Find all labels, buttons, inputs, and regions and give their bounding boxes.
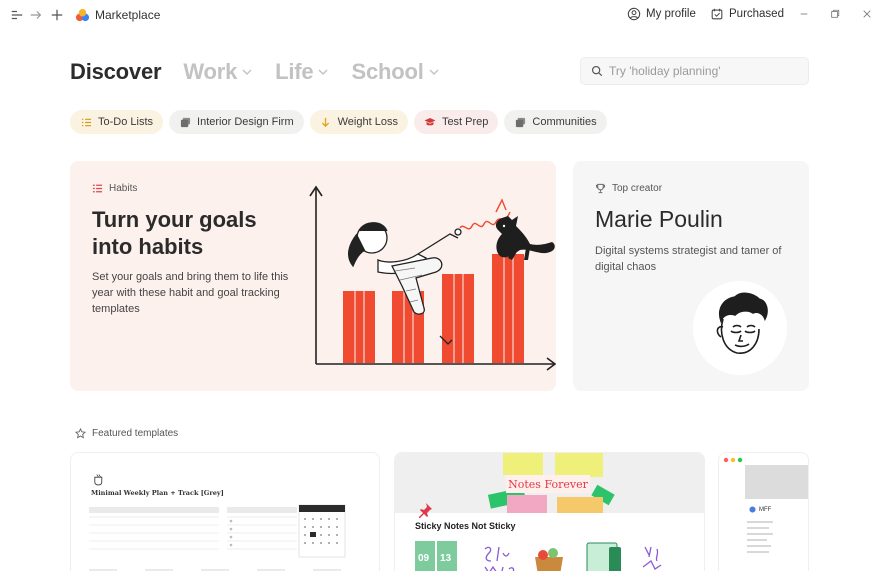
creator-category-label: Top creator — [612, 183, 663, 194]
template-cover-image — [745, 465, 808, 499]
stack-icon — [514, 116, 526, 128]
purchased-button[interactable]: Purchased — [710, 7, 784, 21]
habits-list-icon — [92, 184, 103, 193]
chip-label: Test Prep — [441, 116, 489, 128]
habits-hero-card[interactable]: Habits Turn your goals into habits Set y… — [70, 161, 556, 391]
restore-icon[interactable] — [828, 7, 842, 21]
chevron-down-icon — [429, 69, 439, 75]
template-card-title: Sticky Notes Not Sticky — [415, 521, 516, 531]
coffee-icon — [94, 474, 103, 486]
checklist-icon — [80, 116, 92, 128]
chevron-down-icon — [318, 69, 328, 75]
sticky-note-pink — [507, 495, 547, 513]
sticky-notes-banner-title: Notes Forever — [506, 475, 590, 493]
featured-label: Featured templates — [92, 428, 179, 439]
arrow-down-icon — [320, 116, 332, 128]
top-creator-card[interactable]: Top creator Marie Poulin Digital systems… — [573, 161, 809, 391]
template-card-weekly-plan[interactable]: Minimal Weekly Plan + Track [Grey] — [70, 452, 380, 571]
template-card-title-row: MFF — [749, 506, 771, 513]
sticky-note-yellow — [503, 453, 543, 475]
habits-illustration — [309, 185, 556, 371]
window-dots-icon — [723, 457, 743, 463]
chip-label: To-Do Lists — [98, 116, 154, 128]
star-icon — [75, 428, 86, 439]
user-circle-icon — [627, 7, 641, 21]
template-card-mff[interactable]: MFF — [718, 452, 809, 571]
tab-label: Work — [183, 59, 238, 84]
trophy-icon — [595, 183, 606, 194]
mff-badge-icon — [749, 506, 756, 513]
category-tabs: Discover Work Life School — [70, 59, 462, 85]
search-input[interactable] — [609, 64, 799, 78]
tab-label: School — [351, 59, 424, 84]
chip-test-prep[interactable]: Test Prep — [413, 110, 499, 134]
chevron-down-icon — [242, 69, 252, 75]
sticky-note-yellow — [555, 453, 603, 477]
avatar — [693, 281, 787, 375]
mff-preview — [747, 521, 773, 553]
minimize-icon[interactable] — [797, 7, 811, 21]
purchased-icon — [711, 8, 723, 20]
template-card-title: MFF — [759, 506, 772, 513]
tab-label: Discover — [70, 59, 162, 84]
title-bar: Marketplace My profile Purchased — [0, 0, 872, 30]
forward-arrow-icon[interactable] — [27, 6, 45, 24]
creator-description: Digital systems strategist and tamer of … — [595, 245, 782, 273]
chip-to-do-lists[interactable]: To-Do Lists — [70, 110, 164, 134]
sticky-note-orange — [557, 497, 603, 513]
template-card-title: Minimal Weekly Plan + Track [Grey] — [91, 489, 224, 497]
hero-description: Set your goals and bring them to life th… — [92, 271, 289, 315]
my-profile-button[interactable]: My profile — [627, 7, 696, 21]
close-icon[interactable] — [860, 7, 872, 21]
sidebar-toggle-icon[interactable] — [8, 6, 26, 24]
template-card-sticky-notes[interactable]: Notes Forever Sticky Notes Not Sticky 09… — [394, 452, 705, 571]
chip-communities[interactable]: Communities — [504, 110, 607, 134]
svg-text:13: 13 — [440, 553, 452, 564]
chip-interior-design-firm[interactable]: Interior Design Firm — [169, 110, 304, 134]
search-icon — [591, 65, 603, 77]
search-box — [580, 57, 809, 85]
stack-icon — [179, 116, 191, 128]
chip-weight-loss[interactable]: Weight Loss — [309, 110, 408, 134]
weekly-plan-preview — [89, 504, 346, 571]
chip-label: Communities — [532, 116, 597, 128]
graduation-cap-icon — [424, 116, 436, 128]
tab-work[interactable]: Work — [183, 59, 253, 85]
chip-label: Weight Loss — [337, 116, 398, 128]
tab-discover[interactable]: Discover — [70, 59, 162, 85]
purchased-label: Purchased — [729, 8, 784, 20]
sticky-notes-banner: Notes Forever — [395, 453, 704, 513]
topic-chips: To-Do Lists Interior Design Firm Weight … — [70, 110, 607, 134]
tab-label: Life — [275, 59, 314, 84]
tab-school[interactable]: School — [351, 59, 439, 85]
hero-category-label: Habits — [109, 183, 138, 194]
hero-title: Turn your goals into habits — [92, 207, 257, 259]
my-profile-label: My profile — [646, 8, 696, 20]
creator-name: Marie Poulin — [595, 206, 723, 232]
sticky-notes-preview: 09 13 — [415, 541, 662, 571]
featured-templates-heading: Featured templates — [75, 428, 178, 439]
marketplace-logo-icon — [75, 8, 90, 22]
pushpin-icon — [419, 503, 432, 518]
creator-category: Top creator — [595, 183, 662, 194]
tab-life[interactable]: Life — [275, 59, 329, 85]
plus-icon[interactable] — [48, 6, 66, 24]
app-title: Marketplace — [95, 8, 161, 22]
hero-category: Habits — [92, 183, 137, 194]
chip-label: Interior Design Firm — [197, 116, 294, 128]
svg-text:09: 09 — [418, 553, 430, 564]
